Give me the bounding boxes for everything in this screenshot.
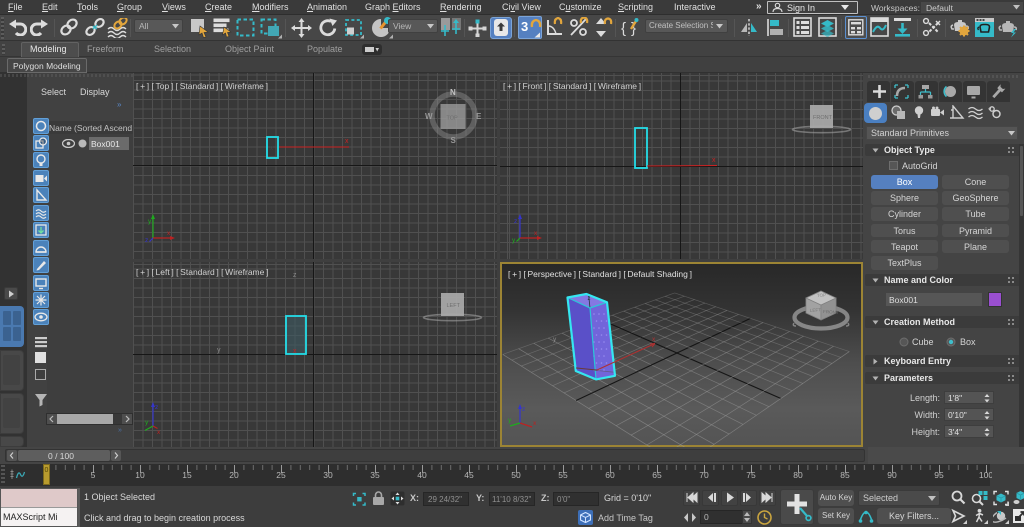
svg-text:x: x: [157, 429, 161, 434]
svg-text:20: 20: [229, 470, 239, 480]
svg-text:45: 45: [464, 470, 474, 480]
svg-text:z: z: [293, 272, 297, 279]
svg-text:x: x: [345, 138, 349, 145]
svg-text:TOP: TOP: [817, 293, 826, 298]
svg-text:95: 95: [934, 470, 944, 480]
svg-text:30: 30: [323, 470, 333, 480]
svg-text:y: y: [512, 237, 516, 244]
svg-text:x: x: [652, 336, 656, 343]
svg-text:LEFT: LEFT: [810, 307, 822, 313]
svg-text:50: 50: [511, 470, 521, 480]
svg-text:TOP: TOP: [447, 116, 459, 122]
svg-text:E: E: [476, 112, 482, 121]
svg-text:LEFT: LEFT: [447, 303, 461, 309]
svg-text:FRONT: FRONT: [813, 115, 833, 121]
svg-text:x: x: [533, 420, 537, 427]
svg-text:65: 65: [652, 470, 662, 480]
svg-text:x: x: [270, 146, 273, 152]
svg-text:60: 60: [605, 470, 615, 480]
svg-text:z: z: [588, 296, 591, 302]
svg-text:55: 55: [558, 470, 568, 480]
svg-text:{: {: [621, 20, 626, 37]
svg-text:y: y: [148, 218, 152, 225]
svg-text:y: y: [145, 419, 149, 426]
svg-text:90: 90: [887, 470, 897, 480]
svg-text:15: 15: [182, 470, 192, 480]
svg-text:x: x: [293, 348, 297, 355]
svg-text:75: 75: [746, 470, 756, 480]
svg-text:S: S: [451, 136, 457, 145]
svg-text:85: 85: [840, 470, 850, 480]
svg-text:5: 5: [91, 470, 96, 480]
svg-text:x: x: [167, 230, 171, 237]
svg-text:10: 10: [135, 470, 145, 480]
svg-text:z: z: [155, 404, 158, 411]
svg-text:35: 35: [370, 470, 380, 480]
svg-text:25: 25: [276, 470, 286, 480]
svg-text:z: z: [514, 218, 517, 225]
svg-text:80: 80: [793, 470, 803, 480]
svg-text:N: N: [450, 88, 456, 97]
svg-text:y: y: [508, 417, 512, 424]
svg-text:W: W: [425, 112, 433, 121]
svg-text:z: z: [522, 406, 525, 413]
svg-text:40: 40: [417, 470, 427, 480]
svg-text:70: 70: [699, 470, 709, 480]
svg-text:y: y: [217, 347, 221, 354]
svg-text:x: x: [712, 157, 716, 164]
svg-text:100: 100: [979, 470, 992, 480]
svg-text:z: z: [145, 237, 148, 244]
svg-text:x: x: [534, 230, 538, 237]
